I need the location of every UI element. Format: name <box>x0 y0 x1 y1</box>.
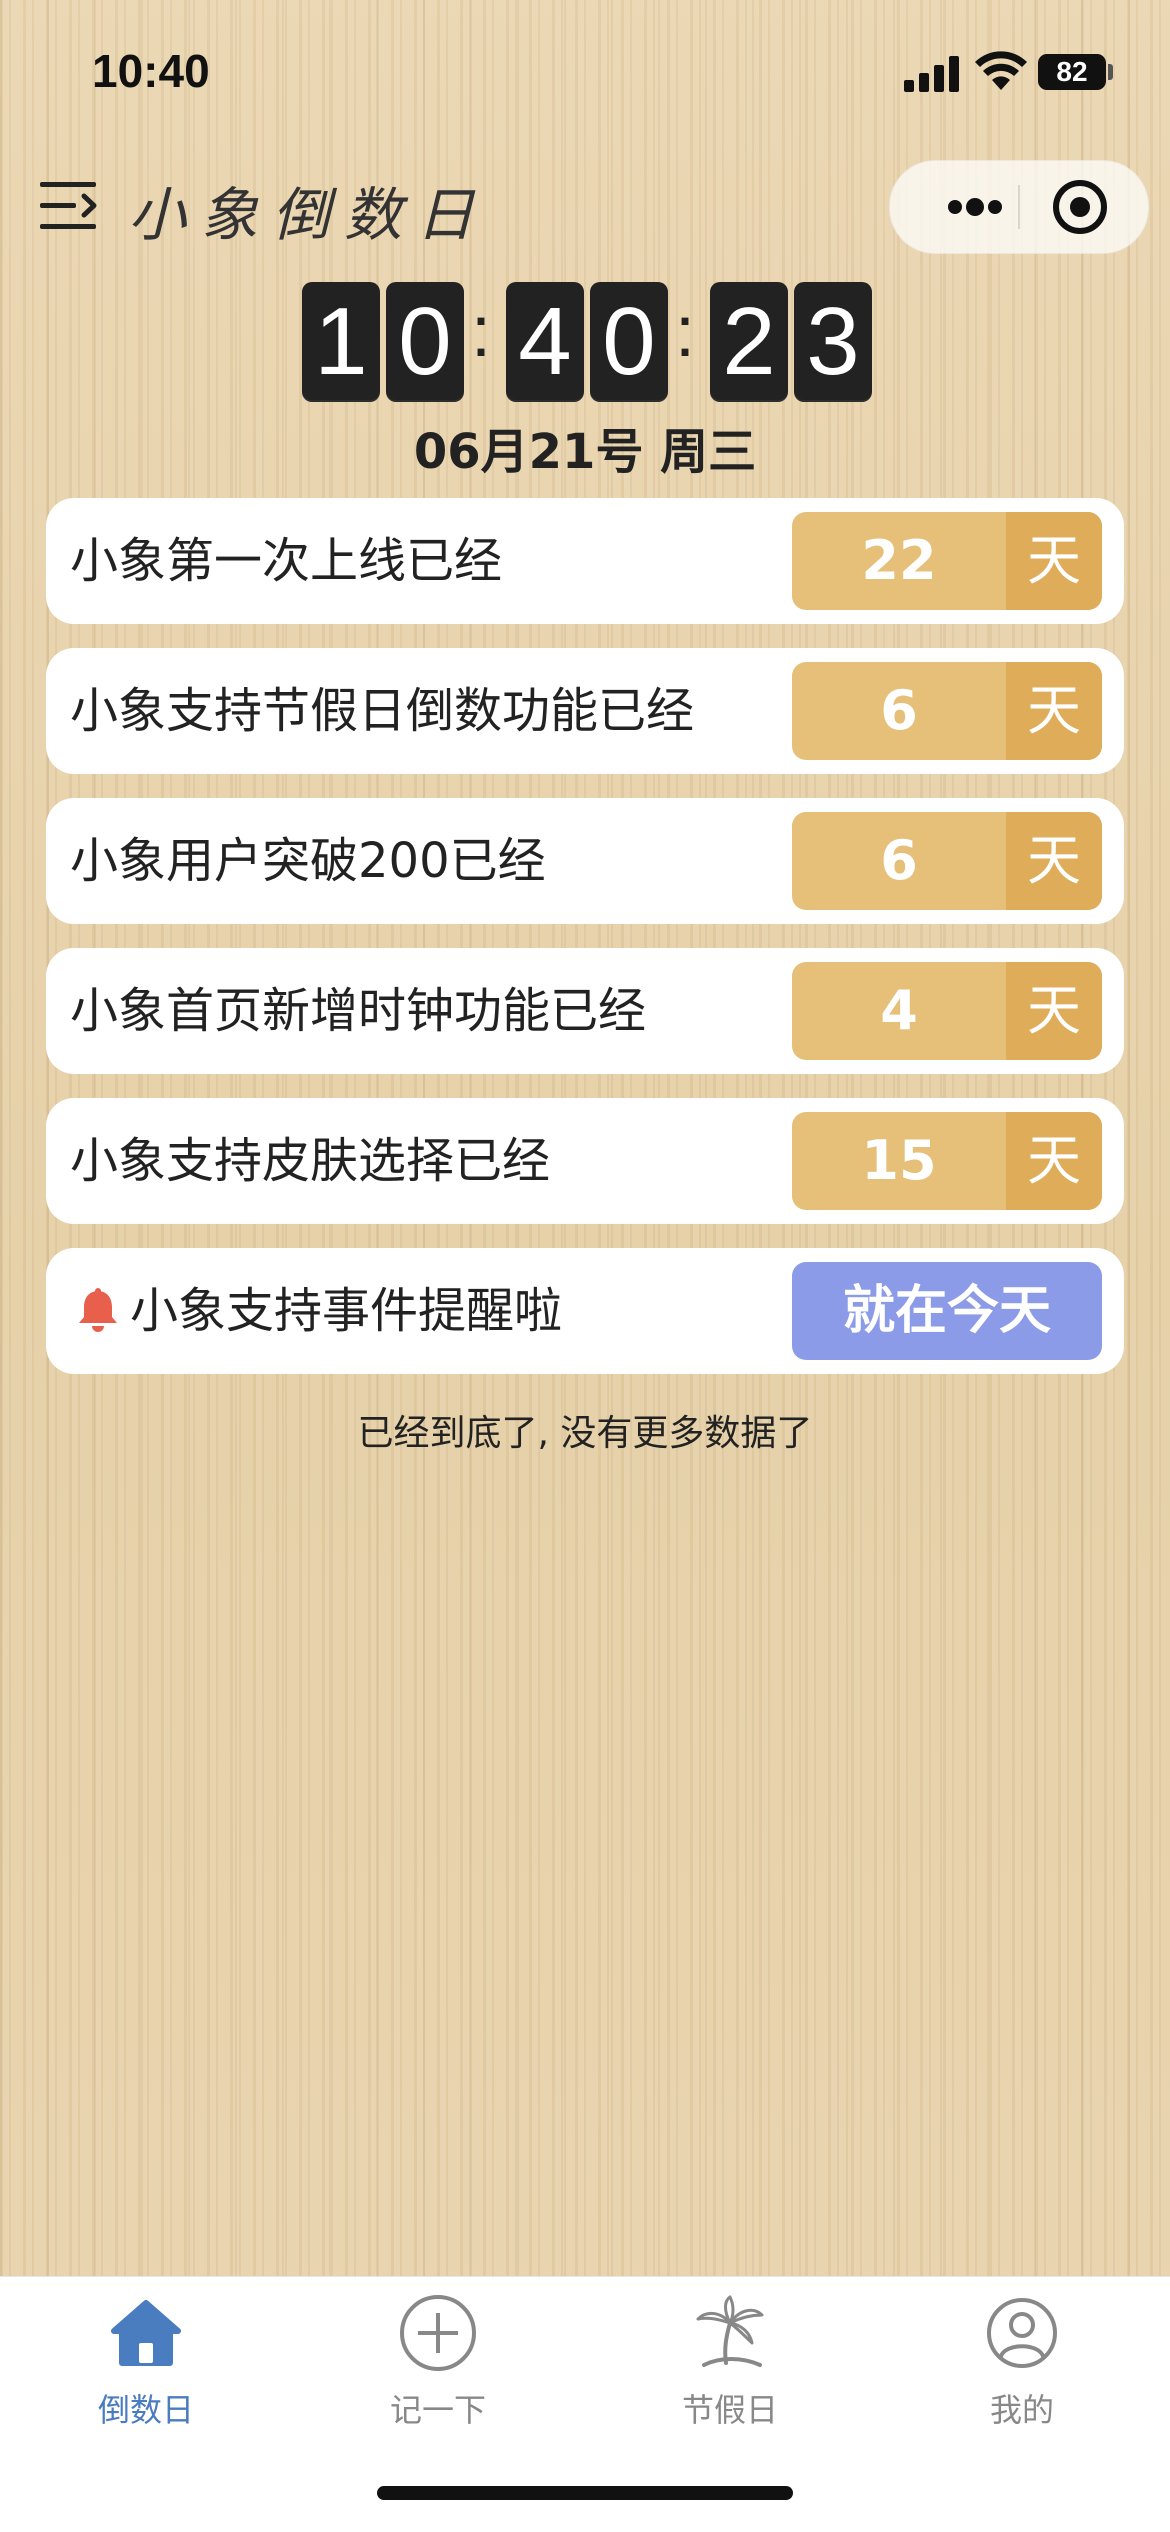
plus-circle-icon <box>400 2295 476 2371</box>
tab-holidays[interactable]: 节假日 <box>584 2277 876 2437</box>
day-count: 6 <box>880 679 918 742</box>
event-label: 小象第一次上线已经 <box>70 533 503 589</box>
close-target-icon[interactable] <box>1050 177 1110 237</box>
tab-countdown[interactable]: 倒数日 <box>0 2277 292 2437</box>
event-card[interactable]: 小象第一次上线已经 22 天 <box>46 498 1124 624</box>
event-card[interactable]: 小象支持节假日倒数功能已经 6 天 <box>46 648 1124 774</box>
clock-second-ones: 3 <box>794 282 872 402</box>
event-card[interactable]: 小象首页新增时钟功能已经 4 天 <box>46 948 1124 1074</box>
day-unit: 天 <box>1006 962 1102 1060</box>
tab-profile[interactable]: 我的 <box>876 2277 1168 2437</box>
reminder-card[interactable]: 小象支持事件提醒啦 就在今天 <box>46 1248 1124 1374</box>
wifi-icon <box>975 51 1027 90</box>
day-counter: 6 天 <box>792 812 1102 910</box>
event-card[interactable]: 小象支持皮肤选择已经 15 天 <box>46 1098 1124 1224</box>
battery-indicator: 82 <box>1038 54 1106 90</box>
day-unit: 天 <box>1006 812 1102 910</box>
day-counter: 22 天 <box>792 512 1102 610</box>
status-bar: 10:40 82 <box>0 0 1170 150</box>
clock-hour-ones: 0 <box>386 282 464 402</box>
day-count: 4 <box>880 979 918 1042</box>
tab-label: 倒数日 <box>97 2391 194 2429</box>
cellular-signal-icon <box>904 56 960 92</box>
battery-tip <box>1108 64 1113 80</box>
palm-tree-icon <box>696 2295 764 2367</box>
event-label: 小象支持节假日倒数功能已经 <box>70 683 695 739</box>
tab-label: 节假日 <box>681 2391 778 2429</box>
day-unit: 天 <box>1006 662 1102 760</box>
day-count: 22 <box>861 529 937 592</box>
day-unit: 天 <box>1006 1112 1102 1210</box>
tab-label: 记一下 <box>389 2391 486 2429</box>
list-end-note: 已经到底了, 没有更多数据了 <box>357 1413 813 1454</box>
clock-minute-ones: 0 <box>590 282 668 402</box>
tab-record[interactable]: 记一下 <box>292 2277 584 2437</box>
day-count: 6 <box>880 829 918 892</box>
event-label: 小象用户突破200已经 <box>70 833 546 889</box>
capsule-divider <box>1018 185 1020 229</box>
day-counter: 4 天 <box>792 962 1102 1060</box>
current-date: 06月21号 周三 <box>413 424 757 480</box>
mini-program-capsule <box>889 160 1149 254</box>
clock-minute-tens: 4 <box>506 282 584 402</box>
menu-icon[interactable] <box>40 178 100 234</box>
day-unit: 天 <box>1006 512 1102 610</box>
clock-second-tens: 2 <box>710 282 788 402</box>
reminder-label: 小象支持事件提醒啦 <box>130 1283 563 1339</box>
event-label: 小象支持皮肤选择已经 <box>70 1133 551 1189</box>
user-icon <box>987 2298 1057 2368</box>
bell-icon <box>79 1288 117 1332</box>
event-card[interactable]: 小象用户突破200已经 6 天 <box>46 798 1124 924</box>
clock-hour-tens: 1 <box>302 282 380 402</box>
home-icon <box>111 2300 181 2366</box>
app-title: 小象倒数日 <box>128 181 489 249</box>
day-counter: 15 天 <box>792 1112 1102 1210</box>
today-badge: 就在今天 <box>792 1262 1102 1360</box>
clock-separator: : <box>674 292 695 372</box>
app-page: 10:40 82 小象倒数日 1 0: 4 0: 2 3 06月21号 周三… <box>0 0 1170 2532</box>
day-count: 15 <box>861 1129 937 1192</box>
status-time: 10:40 <box>92 45 210 97</box>
event-label: 小象首页新增时钟功能已经 <box>70 983 647 1039</box>
more-options-icon[interactable] <box>930 179 1020 235</box>
tab-label: 我的 <box>989 2391 1054 2429</box>
home-indicator[interactable] <box>377 2486 793 2500</box>
day-counter: 6 天 <box>792 662 1102 760</box>
clock-separator: : <box>470 292 491 372</box>
